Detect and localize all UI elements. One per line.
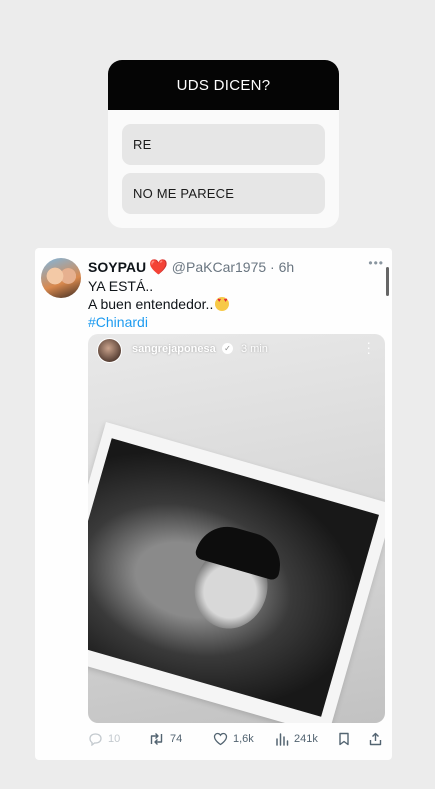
bookmark-icon — [339, 732, 349, 746]
views-button[interactable]: 241k — [275, 732, 318, 746]
reply-button[interactable]: 10 — [88, 732, 120, 746]
couple-photo — [88, 438, 379, 717]
like-icon — [213, 732, 228, 746]
more-options-icon[interactable]: ••• — [368, 256, 384, 270]
scrollbar[interactable] — [386, 267, 389, 296]
verified-icon: ✓ — [222, 343, 233, 354]
like-button[interactable]: 1,6k — [213, 732, 254, 746]
share-button[interactable] — [369, 732, 382, 746]
handle-and-time[interactable]: @PaKCar1975 · 6h — [172, 259, 294, 275]
views-count: 241k — [294, 733, 318, 745]
views-icon — [276, 733, 289, 746]
poll-sticker: UDS DICEN? RE NO ME PARECE — [108, 60, 339, 228]
retweet-count: 74 — [170, 733, 183, 745]
poll-question: UDS DICEN? — [108, 60, 339, 110]
heart-eyes-emoji-icon — [215, 297, 230, 311]
tweet-card[interactable]: SOYPAU ❤️ @PaKCar1975 · 6h ••• YA ESTÁ..… — [35, 248, 392, 760]
share-icon — [369, 732, 382, 746]
poll-option-re[interactable]: RE — [122, 124, 325, 165]
reply-icon — [89, 733, 102, 746]
avatar[interactable] — [41, 258, 81, 298]
story-time: 3 min — [241, 343, 268, 355]
reply-count: 10 — [108, 733, 121, 745]
hashtag-link[interactable]: #Chinardi — [88, 314, 148, 330]
kebab-menu-icon: · · · — [366, 334, 371, 360]
embedded-story-image[interactable]: sangrejaponesa ✓ 3 min · · · — [88, 334, 385, 723]
poll-option-no-me-parece[interactable]: NO ME PARECE — [122, 173, 325, 214]
tweet-text-line-1: YA ESTÁ.. — [88, 278, 154, 294]
tweet-text-line-2: A buen entendedor.. — [88, 296, 230, 312]
tweet-actions: 10 74 1,6k 241k — [88, 732, 385, 752]
polaroid-photo — [88, 422, 385, 723]
story-username: sangrejaponesa — [132, 343, 216, 355]
bookmark-button[interactable] — [338, 732, 350, 746]
like-count: 1,6k — [233, 733, 254, 745]
tweet-header: SOYPAU ❤️ @PaKCar1975 · 6h — [88, 258, 294, 276]
retweet-button[interactable]: 74 — [148, 732, 182, 746]
tweet-text-line-2-text: A buen entendedor.. — [88, 296, 214, 312]
retweet-icon — [150, 733, 163, 745]
heart-emoji-icon: ❤️ — [149, 259, 168, 276]
story-avatar — [97, 338, 122, 363]
display-name[interactable]: SOYPAU — [88, 259, 146, 275]
